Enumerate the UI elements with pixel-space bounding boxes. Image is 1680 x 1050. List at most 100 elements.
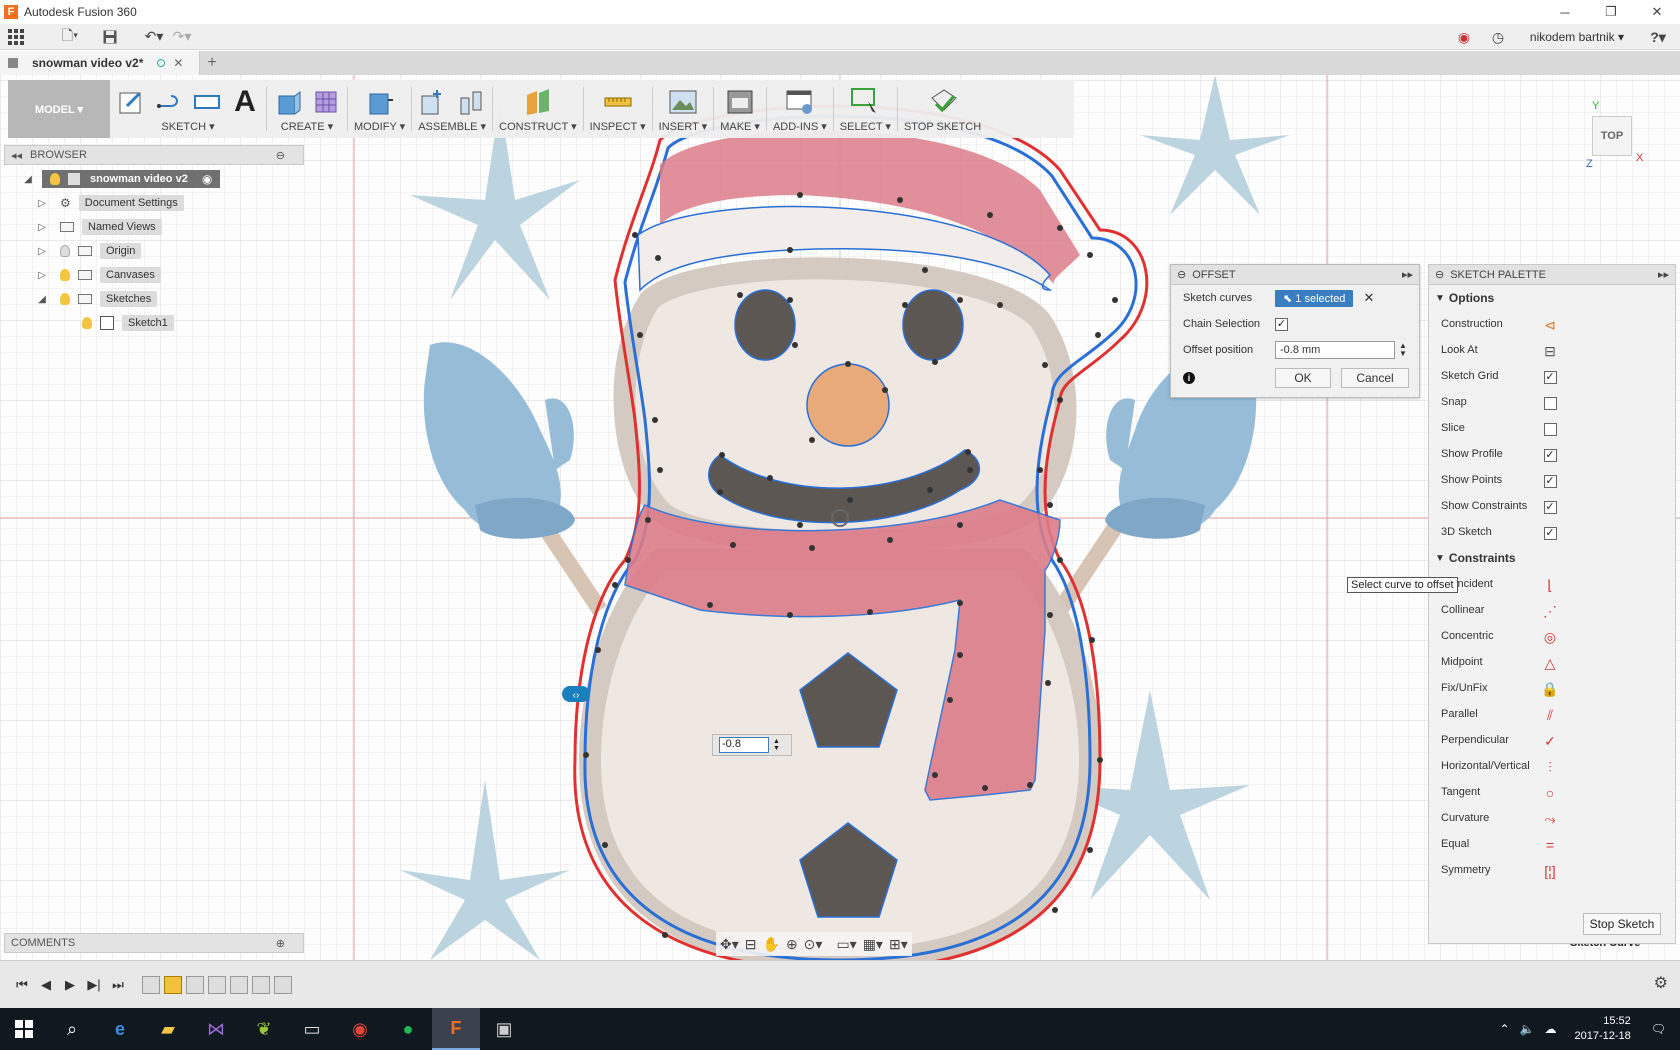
create-group[interactable]: CREATE ▾ (267, 80, 347, 138)
stop-sketch-group[interactable]: STOP SKETCH (898, 80, 987, 138)
browser-minimize-icon[interactable]: ⊖ (276, 149, 285, 162)
construct-group[interactable]: CONSTRUCT ▾ (493, 80, 582, 138)
browser-item-document-settings[interactable]: ▷ ⚙ Document Settings (4, 191, 304, 215)
comments-header[interactable]: COMMENTS ⊕ (4, 933, 304, 953)
dialog-minimize-icon[interactable]: ⊖ (1177, 268, 1186, 281)
insert-image-icon[interactable] (668, 87, 698, 117)
look-at-nav-icon[interactable]: ⊟ (745, 936, 757, 953)
step-forward-icon[interactable]: ▶| (82, 973, 106, 997)
expand-triangle-icon[interactable]: ▷ (36, 246, 48, 257)
info-icon[interactable]: i (1183, 372, 1195, 384)
close-button[interactable]: ✕ (1634, 0, 1680, 24)
timeline-feature-icon[interactable] (208, 975, 226, 994)
addins-group[interactable]: ADD-INS ▾ (767, 80, 833, 138)
notifications-icon[interactable]: 🗨 (1651, 1022, 1666, 1036)
look-at-icon[interactable]: ⊟ (1542, 343, 1558, 359)
sketch-group[interactable]: A SKETCH ▾ (110, 80, 266, 138)
timeline-feature-icon[interactable] (252, 975, 270, 994)
form-icon[interactable] (311, 87, 341, 117)
redo-icon[interactable]: ↷▾ (170, 26, 194, 48)
slice-checkbox[interactable] (1543, 422, 1557, 436)
constraint-coincident[interactable]: Coincident ⌊ (1429, 571, 1675, 597)
create-sketch-icon[interactable] (116, 87, 146, 117)
scripts-addins-icon[interactable] (785, 87, 815, 117)
visibility-bulb-icon[interactable] (50, 173, 60, 185)
line-icon[interactable] (154, 87, 184, 117)
3d-sketch-checkbox[interactable]: ✓ (1543, 526, 1557, 540)
restore-button[interactable]: ❐ (1588, 0, 1634, 24)
spinner-icon[interactable]: ▲ ▼ (1399, 342, 1407, 358)
palette-expand-icon[interactable]: ▸▸ (1658, 268, 1669, 281)
collapse-triangle-icon[interactable]: ◢ (22, 174, 34, 185)
clear-selection-icon[interactable]: ✕ (1363, 290, 1374, 306)
step-back-icon[interactable]: ◀ (34, 973, 58, 997)
fusion-taskbar-icon[interactable]: F (432, 1008, 480, 1050)
modify-group[interactable]: MODIFY ▾ (348, 80, 411, 138)
press-pull-icon[interactable] (365, 87, 395, 117)
visibility-bulb-icon[interactable] (60, 269, 70, 281)
browser-item-sketches[interactable]: ◢ Sketches (4, 287, 304, 311)
concentric-icon[interactable]: ◎ (1542, 629, 1558, 645)
equal-icon[interactable]: = (1542, 837, 1558, 853)
orbit-icon[interactable]: ✥▾ (720, 936, 739, 953)
expand-triangle-icon[interactable]: ▷ (36, 270, 48, 281)
construction-icon[interactable]: ⊲ (1542, 317, 1558, 333)
constraint-midpoint[interactable]: Midpoint △ (1429, 649, 1675, 675)
expand-triangle-icon[interactable]: ▷ (36, 222, 48, 233)
undo-icon[interactable]: ↶▾ (142, 26, 166, 48)
measure-icon[interactable] (603, 87, 633, 117)
constraints-section-header[interactable]: ▼ Constraints (1429, 545, 1675, 571)
volume-icon[interactable]: 🔈 (1520, 1022, 1535, 1036)
constraint-collinear[interactable]: Collinear ⋰ (1429, 597, 1675, 623)
sketch-curves-selection[interactable]: ⬉ 1 selected (1275, 289, 1354, 307)
timeline-sketch-feature-icon[interactable] (164, 975, 182, 994)
option-construction[interactable]: Construction ⊲ (1429, 311, 1675, 337)
timeline-canvas-feature-icon[interactable] (142, 975, 160, 994)
constraint-tangent[interactable]: Tangent ○ (1429, 779, 1675, 805)
sketch-palette-header[interactable]: ⊖ SKETCH PALETTE ▸▸ (1429, 265, 1675, 285)
timeline-feature-icon[interactable] (230, 975, 248, 994)
new-component-icon[interactable] (418, 87, 448, 117)
timeline-feature-icon[interactable] (186, 975, 204, 994)
tray-chevron-icon[interactable]: ⌃ (1499, 1022, 1509, 1036)
browser-item-origin[interactable]: ▷ Origin (4, 239, 304, 263)
option-show-points[interactable]: Show Points ✓ (1429, 467, 1675, 493)
lock-icon[interactable]: 🔒 (1541, 681, 1558, 697)
camera-app-icon[interactable]: ▣ (480, 1008, 528, 1050)
visibility-bulb-icon[interactable] (60, 293, 70, 305)
stop-sketch-button[interactable]: Stop Sketch (1583, 913, 1661, 935)
collinear-icon[interactable]: ⋰ (1542, 603, 1558, 619)
spotify-icon[interactable]: ● (384, 1008, 432, 1050)
job-status-clock-icon[interactable]: ◷ (1486, 26, 1510, 48)
browser-item-named-views[interactable]: ▷ Named Views (4, 215, 304, 239)
chain-selection-checkbox[interactable]: ✓ (1275, 317, 1288, 331)
coincident-icon[interactable]: ⌊ (1542, 577, 1558, 593)
constraint-curvature[interactable]: Curvature ⤳ (1429, 805, 1675, 831)
show-points-checkbox[interactable]: ✓ (1543, 474, 1557, 488)
constraint-equal[interactable]: Equal = (1429, 831, 1675, 857)
visibility-bulb-icon[interactable] (82, 317, 92, 329)
go-to-end-icon[interactable]: ⏭ (106, 973, 130, 997)
minimize-button[interactable]: ─ (1542, 0, 1588, 24)
stop-sketch-icon[interactable] (928, 88, 958, 118)
option-sketch-grid[interactable]: Sketch Grid ✓ (1429, 363, 1675, 389)
constraint-fix-unfix[interactable]: Fix/UnFix 🔒 (1429, 675, 1675, 701)
windows-start-icon[interactable] (0, 1008, 48, 1050)
sketch-grid-checkbox[interactable]: ✓ (1543, 370, 1557, 384)
activate-radio-icon[interactable]: ◉ (202, 172, 212, 186)
option-show-profile[interactable]: Show Profile ✓ (1429, 441, 1675, 467)
constraint-concentric[interactable]: Concentric ◎ (1429, 623, 1675, 649)
timeline-settings-gear-icon[interactable]: ⚙ (1654, 973, 1668, 993)
grid-settings-icon[interactable]: ▦▾ (863, 936, 883, 953)
select-icon[interactable] (850, 87, 880, 117)
chrome-icon[interactable]: ◉ (336, 1008, 384, 1050)
user-menu[interactable]: nikodem bartnik ▾ (1530, 30, 1624, 44)
curvature-icon[interactable]: ⤳ (1542, 811, 1558, 827)
constraint-parallel[interactable]: Parallel ⫽ (1429, 701, 1675, 727)
show-profile-checkbox[interactable]: ✓ (1543, 448, 1557, 462)
make-group[interactable]: MAKE ▾ (714, 80, 766, 138)
viewports-icon[interactable]: ⊞▾ (889, 936, 908, 953)
ok-button[interactable]: OK (1275, 368, 1331, 388)
dialog-expand-icon[interactable]: ▸▸ (1402, 268, 1413, 281)
file-explorer-icon[interactable]: ▰ (144, 1008, 192, 1050)
